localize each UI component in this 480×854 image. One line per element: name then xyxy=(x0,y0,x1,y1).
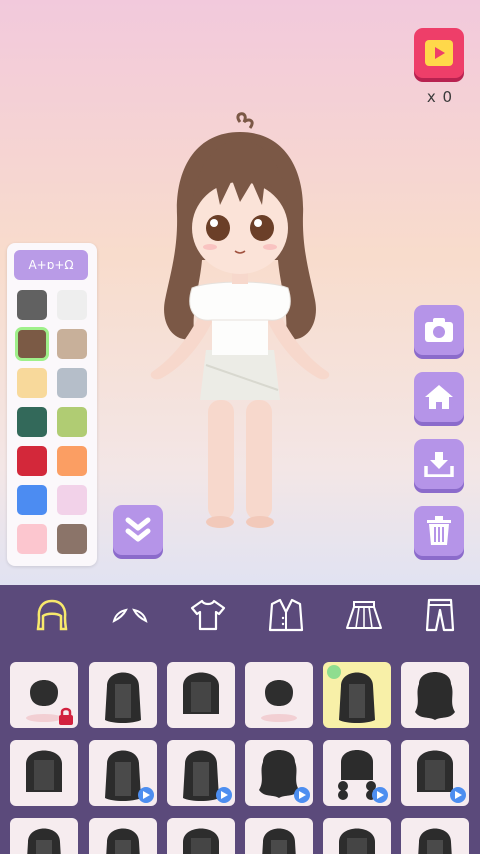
hair-item[interactable] xyxy=(401,740,469,806)
selected-check-icon xyxy=(327,665,341,679)
home-icon xyxy=(425,385,453,409)
category-bar xyxy=(0,585,480,645)
video-play-icon xyxy=(450,787,466,803)
hair-item[interactable] xyxy=(10,818,78,854)
hair-item[interactable] xyxy=(10,662,78,728)
video-play-icon xyxy=(138,787,154,803)
chibi-character xyxy=(150,112,330,528)
color-swatch[interactable] xyxy=(57,407,87,437)
tshirt-icon xyxy=(190,599,226,631)
color-swatch[interactable] xyxy=(15,327,49,361)
color-swatch[interactable] xyxy=(17,407,47,437)
pants-icon xyxy=(425,598,455,632)
delete-button[interactable] xyxy=(414,506,464,556)
hair-style-preview xyxy=(105,672,141,723)
hair-style-preview xyxy=(261,680,297,722)
category-hair[interactable] xyxy=(12,585,92,645)
video-play-icon xyxy=(216,787,232,803)
video-reward-icon xyxy=(425,40,453,66)
camera-button[interactable] xyxy=(414,305,464,355)
color-swatch[interactable] xyxy=(57,368,87,398)
category-skirts[interactable] xyxy=(324,585,404,645)
hair-parts-tab[interactable]: A+ɒ+Ω xyxy=(14,250,88,280)
color-swatch[interactable] xyxy=(57,524,87,554)
download-icon xyxy=(424,452,454,477)
chevron-double-down-icon xyxy=(125,517,151,542)
hair-style-preview xyxy=(26,750,62,792)
hair-item[interactable] xyxy=(89,740,157,806)
hair-style-preview xyxy=(183,828,219,854)
jacket-icon xyxy=(268,598,304,632)
hair-style-preview xyxy=(418,828,452,854)
hair-item[interactable] xyxy=(167,818,235,854)
camera-icon xyxy=(425,318,453,342)
hair-item[interactable] xyxy=(323,740,391,806)
category-eyebrows[interactable] xyxy=(90,585,170,645)
hair-item[interactable] xyxy=(323,818,391,854)
color-swatch[interactable] xyxy=(17,485,47,515)
hair-style-preview xyxy=(339,828,375,854)
video-play-icon xyxy=(372,787,388,803)
color-swatch[interactable] xyxy=(57,446,87,476)
color-swatch[interactable] xyxy=(57,329,87,359)
hair-item[interactable] xyxy=(167,740,235,806)
lock-icon xyxy=(58,707,74,725)
video-reward-count: x 0 xyxy=(426,88,454,106)
hair-parts-label: A+ɒ+Ω xyxy=(28,258,74,272)
hair-item[interactable] xyxy=(401,818,469,854)
download-button[interactable] xyxy=(414,439,464,489)
color-swatch[interactable] xyxy=(17,290,47,320)
eyebrows-icon xyxy=(112,608,148,623)
hair-item[interactable] xyxy=(401,662,469,728)
trash-icon xyxy=(427,516,451,545)
category-jackets[interactable] xyxy=(246,585,326,645)
color-swatch[interactable] xyxy=(17,368,47,398)
hair-item[interactable] xyxy=(167,662,235,728)
skirt-icon xyxy=(346,601,382,629)
item-grid xyxy=(0,645,480,854)
hair-item[interactable] xyxy=(10,740,78,806)
hair-style-preview xyxy=(262,828,296,854)
hair-icon xyxy=(36,599,68,631)
category-tops[interactable] xyxy=(168,585,248,645)
hair-item[interactable] xyxy=(323,662,391,728)
collapse-button[interactable] xyxy=(113,505,163,555)
color-swatch[interactable] xyxy=(17,446,47,476)
video-reward-button[interactable] xyxy=(414,28,464,78)
hair-item[interactable] xyxy=(89,818,157,854)
video-play-icon xyxy=(294,787,310,803)
hair-item[interactable] xyxy=(245,818,313,854)
color-swatch[interactable] xyxy=(57,290,87,320)
color-swatch[interactable] xyxy=(17,524,47,554)
hair-style-preview xyxy=(106,828,140,854)
category-pants[interactable] xyxy=(400,585,480,645)
hair-style-preview xyxy=(183,672,219,714)
hair-style-preview xyxy=(415,672,455,720)
color-swatch[interactable] xyxy=(57,485,87,515)
hair-item[interactable] xyxy=(89,662,157,728)
home-button[interactable] xyxy=(414,372,464,422)
hair-item[interactable] xyxy=(245,662,313,728)
hair-item[interactable] xyxy=(245,740,313,806)
hair-style-preview xyxy=(27,828,61,854)
